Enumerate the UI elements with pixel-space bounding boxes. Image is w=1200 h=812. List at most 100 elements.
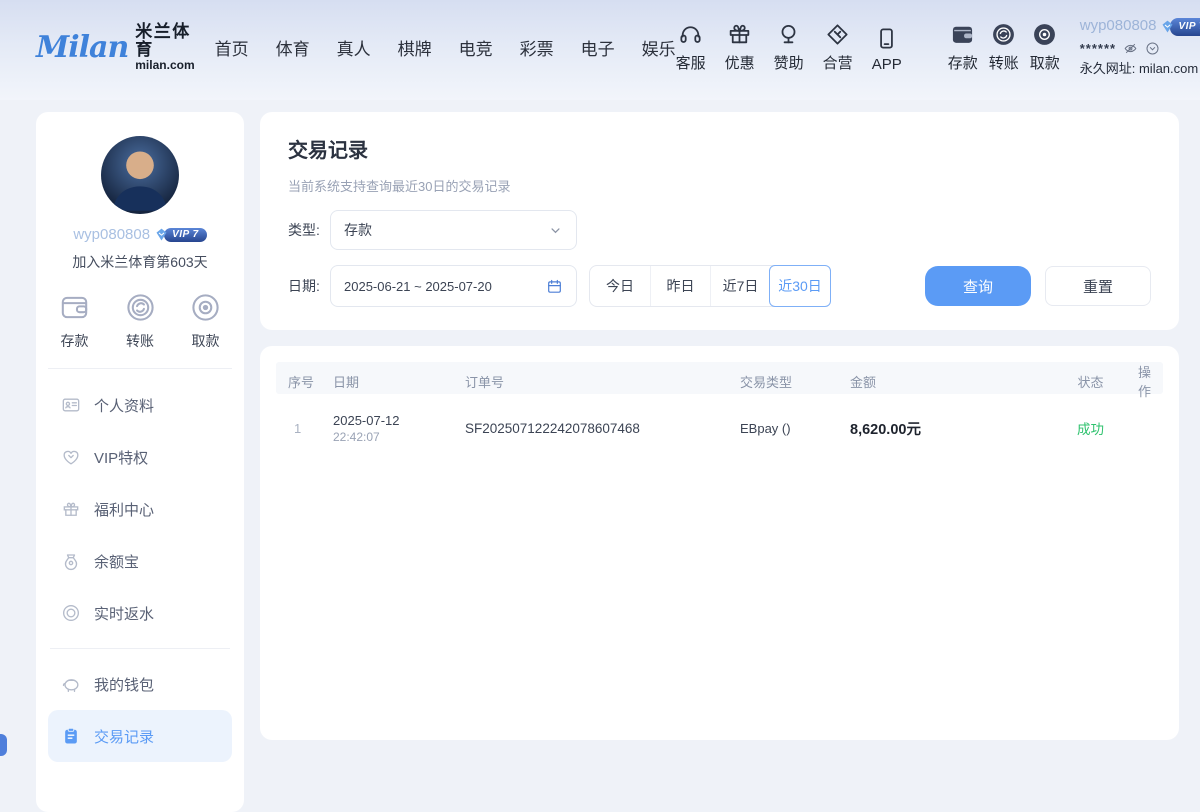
avatar [101, 136, 179, 214]
headset-icon [678, 22, 703, 47]
transactions-table-card: 序号 日期 订单号 交易类型 金额 状态 操作 1 2025-07-12 22:… [260, 346, 1179, 740]
clipboard-icon [61, 726, 81, 746]
status-badge: 成功 [1077, 422, 1104, 437]
search-button[interactable]: 查询 [925, 266, 1031, 306]
main-nav: 首页 体育 真人 棋牌 电竞 彩票 电子 娱乐 [215, 35, 676, 60]
user-block: wyp080808 VIP 7 ****** [1080, 15, 1200, 79]
column-header-status: 状态 [1043, 372, 1138, 391]
filter-card: 交易记录 当前系统支持查询最近30日的交易记录 类型: 存款 日期: [260, 112, 1179, 330]
link-transfer-label: 转账 [989, 52, 1019, 73]
link-partner[interactable]: 合营 [823, 22, 853, 73]
wallet-icon [58, 291, 91, 324]
logo-domain: milan.com [135, 59, 194, 72]
id-card-icon [61, 395, 81, 415]
row-amount: 8,620.00元 [850, 418, 1043, 439]
gift-icon [727, 22, 752, 47]
phone-icon [874, 26, 899, 51]
sidebar-item-label: VIP特权 [94, 447, 148, 468]
nav-item-esports[interactable]: 电竞 [459, 35, 493, 60]
menu-divider [50, 648, 230, 649]
header-quick-links: 客服 优惠 [676, 22, 1060, 73]
chevron-down-icon [548, 223, 563, 238]
handshake-icon [825, 22, 850, 47]
link-sponsor[interactable]: 赞助 [774, 22, 804, 73]
quick-action-withdraw[interactable]: 取款 [189, 291, 222, 351]
money-bag-icon [61, 551, 81, 571]
nav-item-slots[interactable]: 电子 [581, 35, 615, 60]
quick-action-label: 转账 [126, 331, 154, 351]
transfer-icon [991, 22, 1016, 47]
range-30days-button[interactable]: 近30日 [769, 265, 831, 307]
sidebar-item-transactions[interactable]: 交易记录 [48, 710, 232, 762]
page-title: 交易记录 [288, 134, 1151, 163]
range-7days-button[interactable]: 近7日 [710, 266, 770, 306]
link-promotions[interactable]: 优惠 [725, 22, 755, 73]
reset-button[interactable]: 重置 [1045, 266, 1151, 306]
sidebar-item-benefits[interactable]: 福利中心 [48, 483, 232, 535]
column-header-type: 交易类型 [740, 372, 850, 391]
nav-item-entertainment[interactable]: 娱乐 [642, 35, 676, 60]
username: wyp080808 [73, 226, 150, 243]
type-select[interactable]: 存款 [330, 210, 577, 250]
vip-diamond-icon [1160, 19, 1175, 34]
date-label: 日期: [288, 276, 330, 296]
sidebar-item-profile[interactable]: 个人资料 [48, 379, 232, 431]
quick-action-transfer[interactable]: 转账 [124, 291, 157, 351]
type-select-value: 存款 [344, 220, 372, 240]
sidebar-item-yuebao[interactable]: 余额宝 [48, 535, 232, 587]
transfer-icon [124, 291, 157, 324]
nav-item-board-games[interactable]: 棋牌 [398, 35, 432, 60]
quick-action-deposit[interactable]: 存款 [58, 291, 91, 351]
withdraw-icon [189, 291, 222, 324]
link-transfer[interactable]: 转账 [989, 22, 1019, 73]
row-time: 22:42:07 [333, 430, 465, 444]
table-row: 1 2025-07-12 22:42:07 SF2025071222420786… [276, 394, 1163, 462]
refresh-balance-icon[interactable] [1145, 41, 1160, 56]
column-header-order-no: 订单号 [465, 372, 740, 391]
sidebar-item-rebate[interactable]: 实时返水 [48, 587, 232, 639]
eye-off-icon[interactable] [1123, 41, 1138, 56]
type-filter-row: 类型: 存款 [288, 210, 1151, 250]
column-header-date: 日期 [333, 372, 465, 391]
row-date: 2025-07-12 [333, 413, 465, 428]
date-quick-ranges: 今日 昨日 近7日 近30日 [589, 265, 831, 307]
rebate-icon [61, 603, 81, 623]
sidebar-item-label: 个人资料 [94, 395, 154, 416]
site-logo[interactable]: Milan 米兰体育 milan.com [36, 23, 195, 71]
sidebar-item-vip[interactable]: VIP特权 [48, 431, 232, 483]
range-yesterday-button[interactable]: 昨日 [650, 266, 710, 306]
link-deposit-label: 存款 [948, 52, 978, 73]
nav-item-sports[interactable]: 体育 [276, 35, 310, 60]
main-content: 交易记录 当前系统支持查询最近30日的交易记录 类型: 存款 日期: [260, 112, 1179, 740]
link-deposit[interactable]: 存款 [948, 22, 978, 73]
nav-item-home[interactable]: 首页 [215, 35, 249, 60]
row-transaction-type: EBpay () [740, 421, 850, 436]
nav-item-live-casino[interactable]: 真人 [337, 35, 371, 60]
sidebar-item-wallet[interactable]: 我的钱包 [48, 658, 232, 710]
username[interactable]: wyp080808 [1080, 15, 1157, 38]
date-range-input[interactable]: 2025-06-21 ~ 2025-07-20 [330, 265, 577, 307]
nav-item-lottery[interactable]: 彩票 [520, 35, 554, 60]
sidebar-quick-actions: 存款 转账 [48, 272, 232, 369]
vip-badge: VIP 7 [1160, 18, 1200, 36]
vip-heart-icon [61, 447, 81, 467]
type-label: 类型: [288, 220, 330, 240]
link-support[interactable]: 客服 [676, 22, 706, 73]
header-wallet-links: 存款 转账 [948, 22, 1060, 73]
floating-widget-handle[interactable] [0, 734, 7, 756]
sidebar-item-label: 交易记录 [94, 726, 154, 747]
column-header-action: 操作 [1138, 362, 1151, 400]
quick-action-label: 存款 [61, 331, 89, 351]
page: Milan 米兰体育 milan.com 首页 体育 真人 棋牌 电竞 彩票 电… [0, 0, 1200, 756]
withdraw-icon [1032, 22, 1057, 47]
range-today-button[interactable]: 今日 [590, 266, 650, 306]
benefits-gift-icon [61, 499, 81, 519]
link-app[interactable]: APP [872, 26, 902, 73]
vip-badge: VIP 7 [154, 227, 207, 242]
column-header-amount: 金额 [850, 372, 1043, 391]
sidebar: wyp080808 VIP 7 加入米兰体育第603天 [36, 112, 244, 812]
masked-balance: ****** [1080, 39, 1116, 59]
column-header-index: 序号 [288, 372, 333, 391]
link-withdraw[interactable]: 取款 [1030, 22, 1060, 73]
link-support-label: 客服 [676, 52, 706, 73]
